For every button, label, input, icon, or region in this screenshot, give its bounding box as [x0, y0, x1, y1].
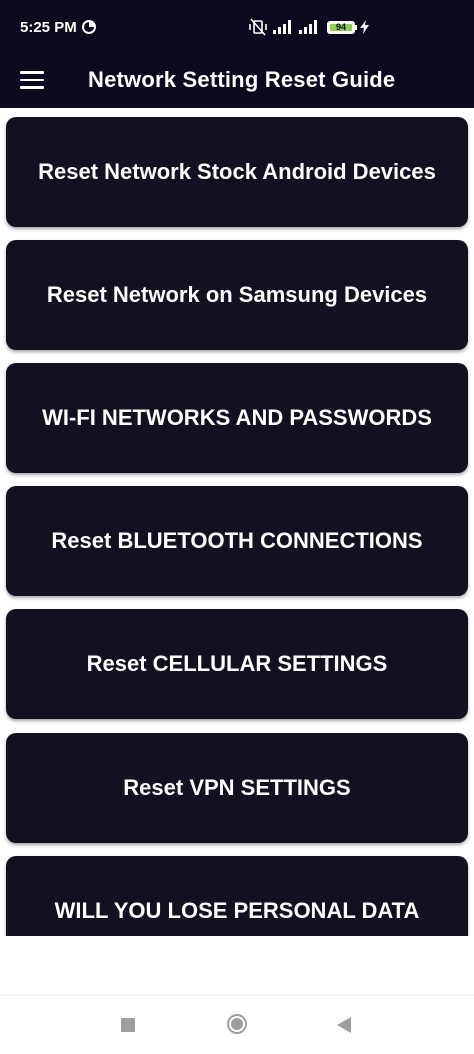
- card-cellular[interactable]: Reset CELLULAR SETTINGS: [6, 609, 468, 719]
- hamburger-menu-icon[interactable]: [20, 66, 48, 94]
- card-reset-samsung[interactable]: Reset Network on Samsung Devices: [6, 240, 468, 350]
- app-bar: Network Setting Reset Guide: [0, 52, 474, 108]
- home-circle-icon[interactable]: [227, 1014, 247, 1034]
- card-vpn[interactable]: Reset VPN SETTINGS: [6, 733, 468, 843]
- back-triangle-icon[interactable]: [337, 1017, 351, 1033]
- status-time: 5:25 PM: [20, 19, 77, 36]
- battery-nub: [355, 25, 357, 30]
- signal-icon-2: [299, 20, 317, 34]
- recents-square-icon[interactable]: [121, 1018, 135, 1032]
- system-nav-bar: [0, 995, 474, 1054]
- vibrate-off-icon: [249, 18, 267, 36]
- card-list[interactable]: Reset Network Stock Android Devices Rese…: [0, 108, 474, 936]
- status-bar: 5:25 PM 94: [0, 0, 474, 52]
- charging-bolt-icon: [360, 20, 369, 34]
- card-personal-data[interactable]: WILL YOU LOSE PERSONAL DATA: [6, 856, 468, 936]
- battery-icon: 94: [327, 21, 355, 34]
- battery-level: 94: [330, 23, 352, 32]
- signal-icon-1: [273, 20, 291, 34]
- card-bluetooth[interactable]: Reset BLUETOOTH CONNECTIONS: [6, 486, 468, 596]
- data-saver-icon: [82, 20, 96, 34]
- page-title: Network Setting Reset Guide: [88, 67, 396, 92]
- card-reset-stock-android[interactable]: Reset Network Stock Android Devices: [6, 117, 468, 227]
- card-wifi-networks[interactable]: WI-FI NETWORKS AND PASSWORDS: [6, 363, 468, 473]
